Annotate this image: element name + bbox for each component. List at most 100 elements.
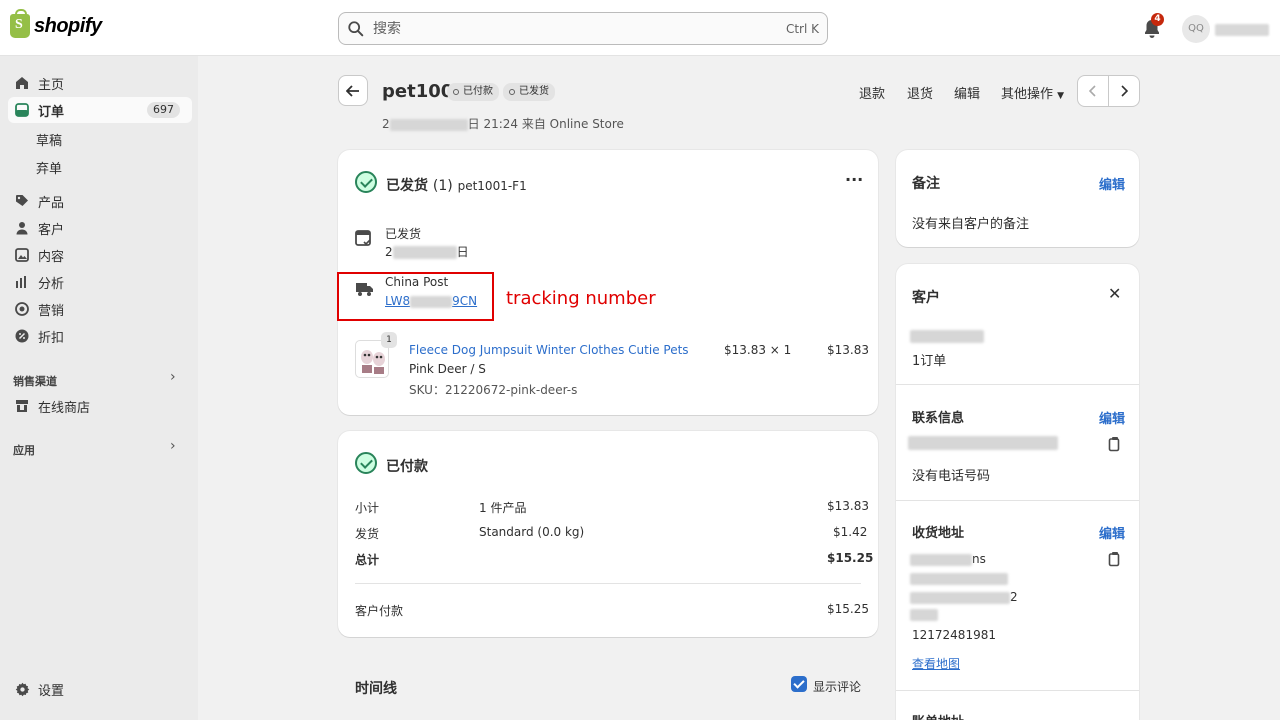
store-icon (14, 398, 30, 414)
avatar[interactable]: QQ (1182, 15, 1210, 43)
annotation-label: tracking number (506, 288, 656, 309)
contact-edit-link[interactable]: 编辑 (1099, 408, 1125, 427)
person-icon (14, 220, 30, 236)
return-button[interactable]: 退货 (907, 83, 933, 102)
store-name-blurred[interactable] (1215, 24, 1269, 36)
customer-paid-label: 客户付款 (355, 604, 404, 618)
blurred-address-line-2 (910, 573, 1008, 585)
badge-label: 已发货 (519, 86, 549, 97)
sidebar-item-products[interactable]: 产品 (8, 188, 192, 214)
sidebar-item-drafts[interactable]: 草稿 (36, 130, 62, 149)
notes-card (896, 150, 1139, 247)
sidebar-item-label: 在线商店 (38, 400, 91, 416)
blurred-address (910, 553, 972, 566)
more-options-icon[interactable]: ··· (845, 170, 863, 189)
sidebar-item-customers[interactable]: 客户 (8, 215, 192, 241)
sidebar-item-label: 主页 (38, 77, 65, 93)
payment-title: 已付款 (386, 459, 428, 475)
order-meta: 2 日 21:24 来自 Online Store (382, 115, 624, 132)
refund-button[interactable]: 退款 (859, 83, 885, 102)
target-icon (14, 301, 30, 317)
sidebar-item-analytics[interactable]: 分析 (8, 269, 192, 295)
divider (896, 500, 1139, 501)
status-dot-icon (509, 89, 515, 95)
logo-text: shopify (34, 14, 102, 37)
sidebar-item-online-store[interactable]: 在线商店 (8, 393, 192, 419)
order-date-prefix: 2 (382, 117, 390, 131)
status-dot-icon (453, 89, 459, 95)
sidebar-item-label: 折扣 (38, 330, 65, 346)
fulfillment-count: (1) (432, 178, 453, 194)
apps-heading[interactable]: 应用 (13, 442, 35, 458)
chevron-right-icon (1121, 85, 1128, 97)
annotation-box (337, 272, 494, 321)
notes-edit-link[interactable]: 编辑 (1099, 174, 1125, 193)
chevron-left-icon (1089, 85, 1096, 97)
check-circle-icon (355, 171, 377, 193)
sidebar-item-home[interactable]: 主页 (8, 70, 192, 96)
no-phone-text: 没有电话号码 (912, 469, 991, 484)
fulfillment-title: 已发货 (1) pet1001-F1 (386, 175, 527, 195)
blurred-date (392, 246, 457, 259)
check-circle-icon (355, 452, 377, 474)
sidebar-item-label: 分析 (38, 276, 65, 292)
sidebar-item-label: 订单 (38, 104, 65, 120)
previous-order-button[interactable] (1078, 76, 1109, 106)
sidebar-item-marketing[interactable]: 营销 (8, 296, 192, 322)
chart-icon (14, 274, 30, 290)
sidebar-item-content[interactable]: 内容 (8, 242, 192, 268)
top-bar: shopify Ctrl K 4 QQ (0, 0, 1280, 56)
back-button[interactable] (338, 75, 368, 106)
discount-icon (14, 328, 30, 344)
sidebar-item-label: 设置 (38, 683, 65, 699)
close-icon[interactable]: ✕ (1108, 284, 1121, 303)
notification-badge: 4 (1151, 13, 1164, 26)
shipping-address-edit-link[interactable]: 编辑 (1099, 523, 1125, 542)
product-sku: SKU：21220672-pink-deer-s (409, 383, 578, 397)
address-line-1-suffix: ns (972, 552, 986, 566)
search-bar[interactable]: Ctrl K (338, 12, 828, 45)
chevron-right-icon[interactable]: › (170, 438, 176, 454)
blurred-email[interactable] (908, 436, 1058, 450)
copy-icon[interactable] (1108, 436, 1122, 452)
show-comments-checkbox[interactable] (791, 676, 807, 692)
sidebar-item-settings[interactable]: 设置 (8, 676, 192, 702)
sidebar-item-orders[interactable]: 订单 697 (8, 97, 192, 123)
fulfillment-status: 已发货 (386, 178, 428, 194)
address-line-3-suffix: 2 (1010, 590, 1018, 604)
customer-orders-count[interactable]: 1订单 (912, 350, 946, 369)
chevron-right-icon[interactable]: › (170, 369, 176, 385)
blurred-customer-name[interactable] (910, 330, 984, 343)
search-icon (348, 20, 364, 36)
product-title-link[interactable]: Fleece Dog Jumpsuit Winter Clothes Cutie… (409, 343, 689, 357)
billing-address-title: 账单地址 (912, 711, 964, 720)
search-input[interactable] (373, 20, 786, 37)
arrow-left-icon (346, 84, 359, 97)
sidebar-item-abandoned[interactable]: 弃单 (36, 158, 62, 177)
more-actions-button[interactable]: 其他操作 ▼ (1001, 83, 1064, 102)
status-badge-fulfilled: 已发货 (503, 83, 555, 101)
edit-button[interactable]: 编辑 (954, 83, 980, 102)
subtotal-label: 小计 (355, 501, 380, 515)
orders-count: 697 (147, 102, 180, 118)
address-line-3: 2 (910, 590, 1018, 604)
sales-channels-heading[interactable]: 销售渠道 (13, 373, 57, 389)
product-variant: Pink Deer / S (409, 362, 486, 376)
copy-icon[interactable] (1108, 551, 1122, 567)
shipping-amount: $1.42 (833, 525, 868, 539)
search-shortcut: Ctrl K (785, 21, 819, 36)
show-comments-label[interactable]: 显示评论 (813, 678, 861, 695)
divider (896, 690, 1139, 691)
shopify-logo[interactable]: shopify (10, 9, 102, 38)
divider (896, 384, 1139, 385)
shipped-label: 已发货 (385, 227, 422, 241)
view-map-link[interactable]: 查看地图 (912, 655, 960, 672)
total-amount: $15.25 (827, 551, 874, 565)
sidebar-item-discounts[interactable]: 折扣 (8, 323, 192, 349)
more-actions-label: 其他操作 (1001, 87, 1054, 102)
tag-icon (14, 193, 30, 209)
sidebar-item-label: 产品 (38, 195, 65, 211)
shipping-phone: 12172481981 (912, 628, 996, 642)
notes-title: 备注 (912, 176, 940, 192)
next-order-button[interactable] (1109, 76, 1139, 106)
